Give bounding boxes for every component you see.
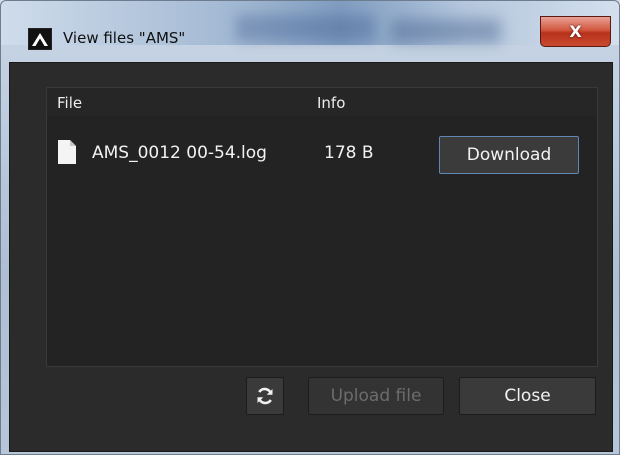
file-size: 178 B <box>324 143 374 163</box>
dialog-window: View files "AMS" X File Info AMS_0012 00… <box>0 0 620 455</box>
close-icon: X <box>569 22 582 41</box>
window-close-button[interactable]: X <box>540 16 611 47</box>
upload-file-button[interactable]: Upload file <box>308 377 444 415</box>
file-row[interactable]: AMS_0012 00-54.log 178 B Download <box>47 130 597 178</box>
title-bar-backdrop <box>391 19 501 43</box>
download-button[interactable]: Download <box>439 136 579 174</box>
file-list-header: File Info <box>47 88 597 116</box>
window-title: View files "AMS" <box>63 29 186 47</box>
title-bar-backdrop <box>236 15 376 41</box>
title-bar[interactable]: View files "AMS" X <box>1 1 619 50</box>
refresh-button[interactable] <box>246 377 284 415</box>
file-list: File Info AMS_0012 00-54.log 178 B Downl… <box>46 87 598 367</box>
close-button[interactable]: Close <box>459 377 596 415</box>
file-icon <box>58 140 76 164</box>
file-name: AMS_0012 00-54.log <box>92 143 267 163</box>
dialog-body: File Info AMS_0012 00-54.log 178 B Downl… <box>9 62 613 452</box>
column-header-info[interactable]: Info <box>317 94 345 112</box>
column-header-file[interactable]: File <box>57 94 82 112</box>
app-logo-icon <box>28 28 52 50</box>
refresh-icon <box>257 387 273 405</box>
